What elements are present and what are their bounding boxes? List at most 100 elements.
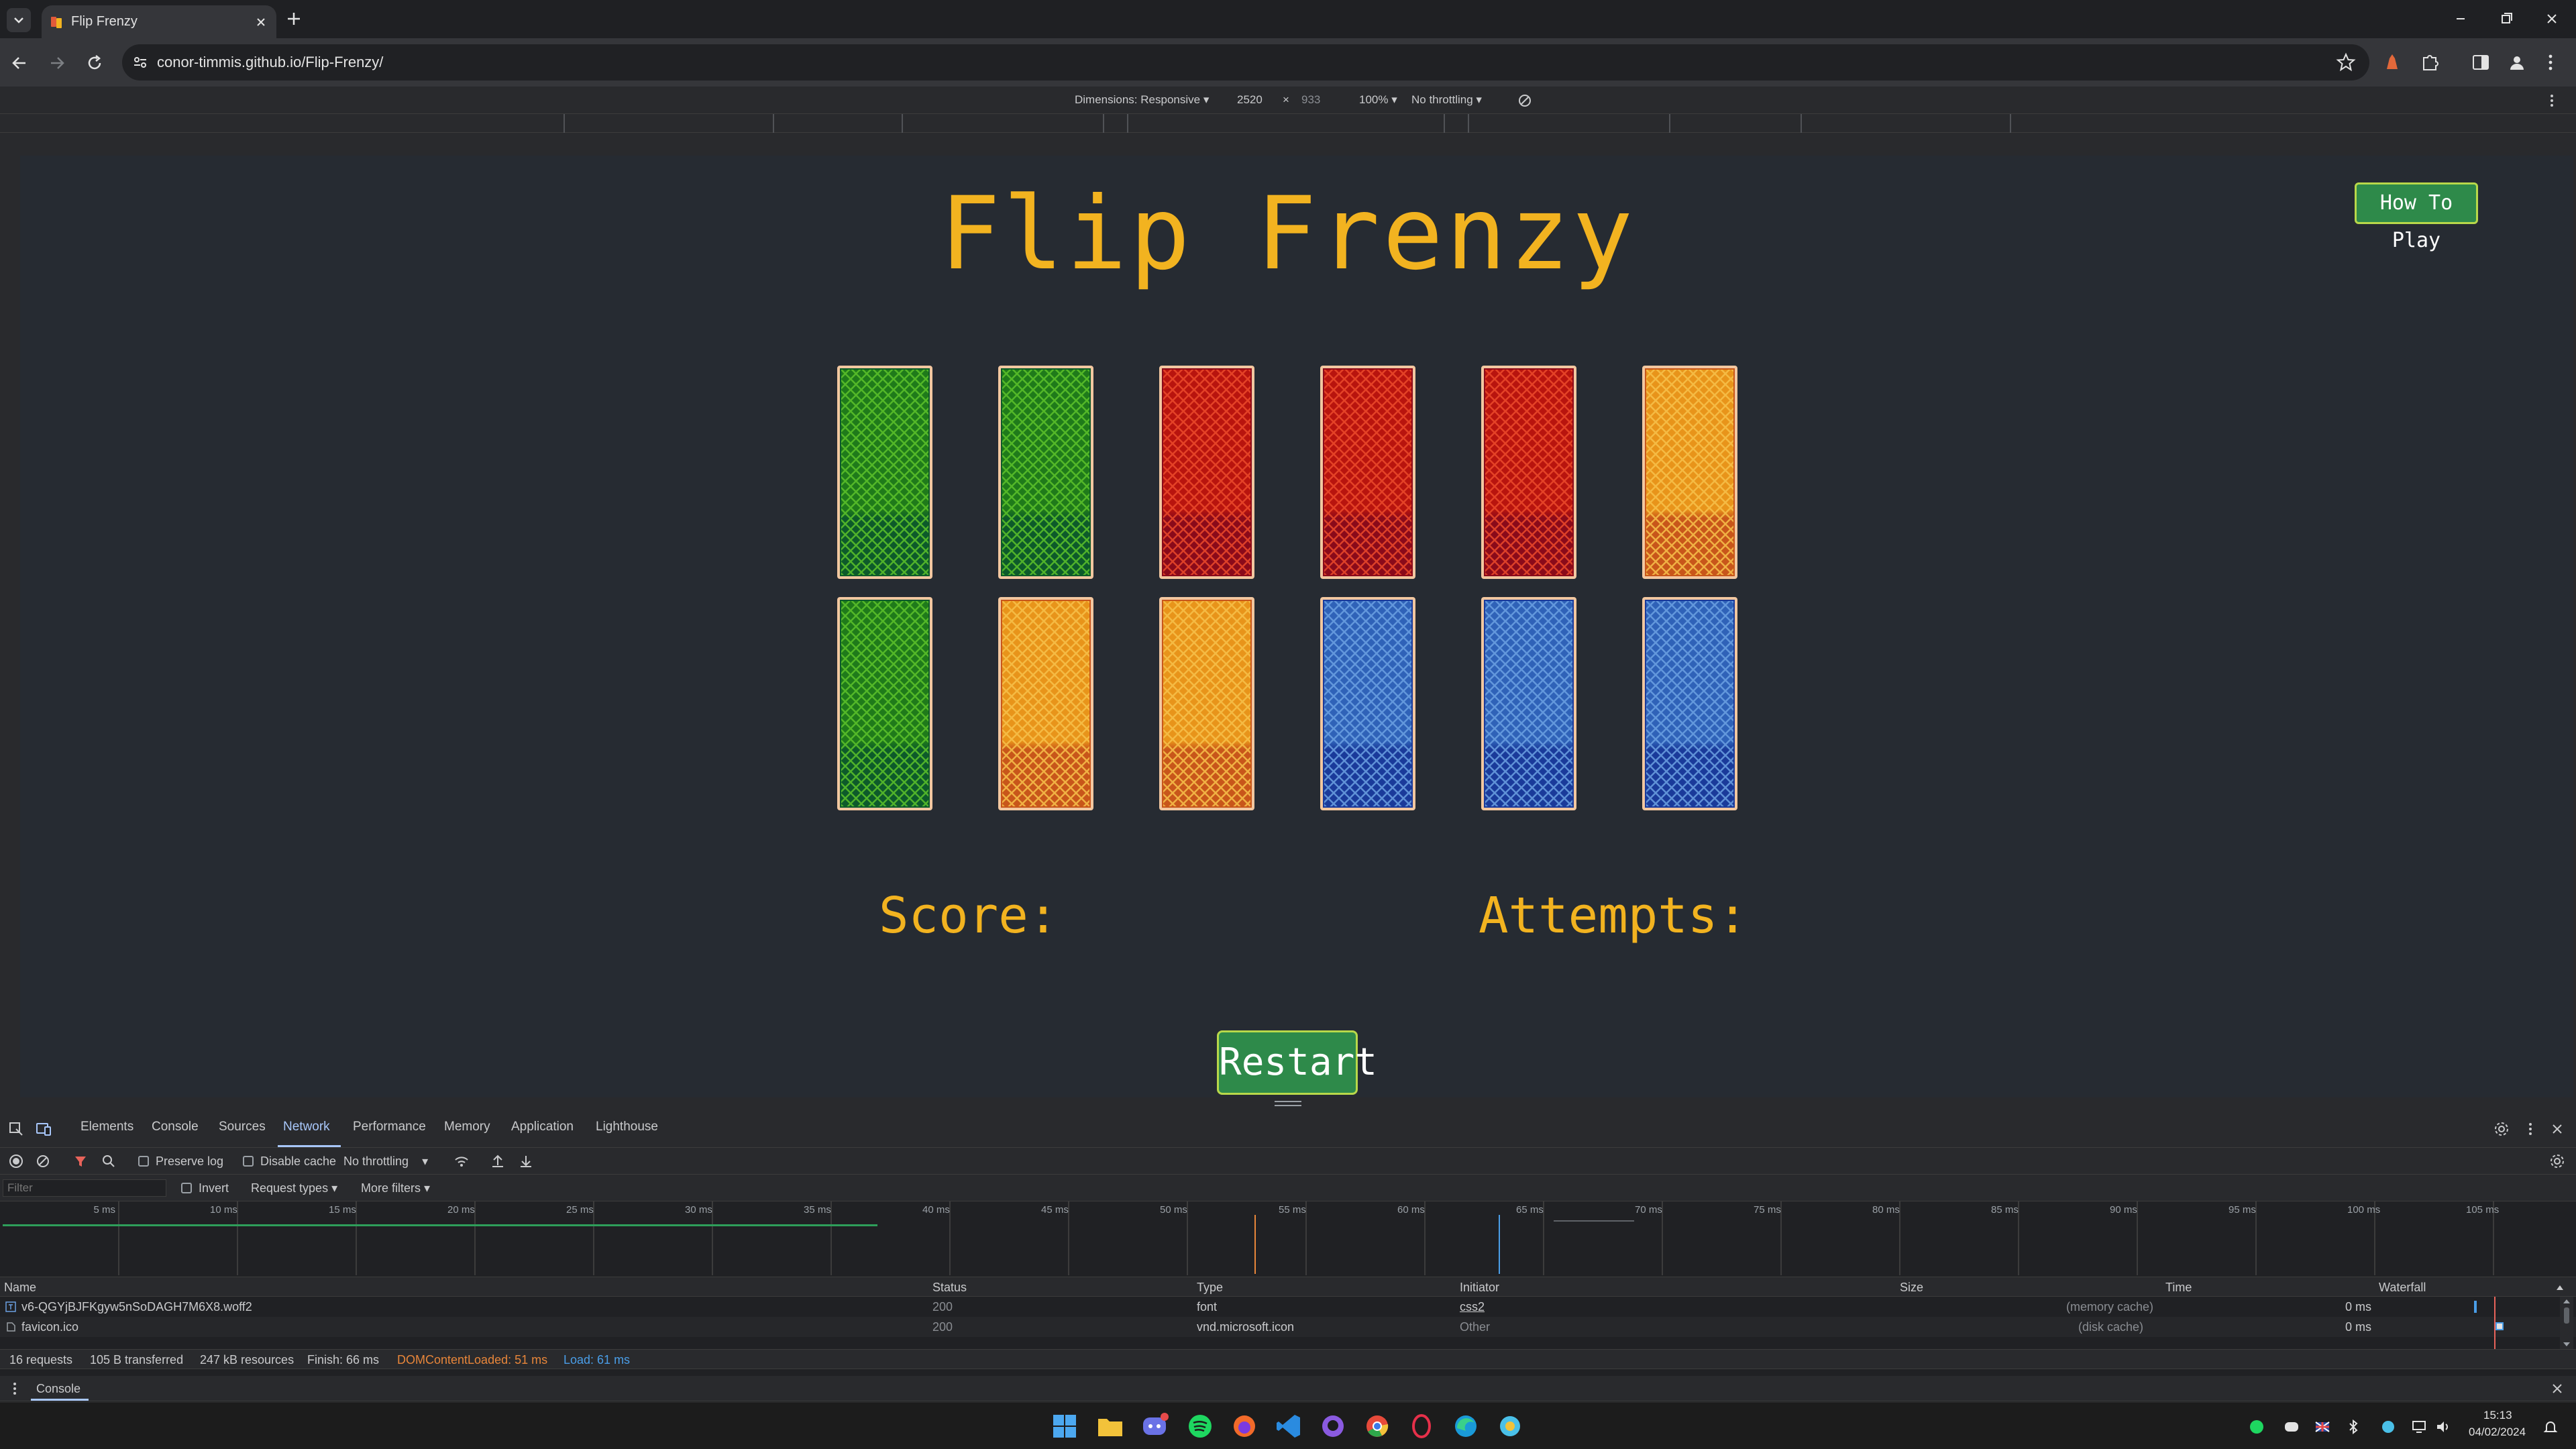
invert-checkbox[interactable] [181,1183,192,1193]
media-query-segment[interactable] [1104,114,1128,133]
back-icon[interactable] [9,53,30,73]
device-more-icon[interactable] [2546,92,2557,109]
side-panel-icon[interactable] [2470,52,2491,73]
tab-search-button[interactable] [7,8,31,32]
clock-date[interactable]: 04/02/2024 [2469,1426,2526,1439]
card-orange[interactable] [1159,597,1254,810]
table-row[interactable]: favicon.ico 200 vnd.microsoft.icon Other… [0,1317,2576,1337]
card-orange[interactable] [998,597,1093,810]
table-row[interactable]: v6-QGYjBJFKgyw5nSoDAGH7M6X8.woff2 200 fo… [0,1297,2576,1317]
card-red[interactable] [1481,366,1576,579]
network-throttling-select[interactable]: No throttling ▾ [343,1155,428,1169]
notifications-bell-icon[interactable] [2542,1419,2559,1435]
tray-discord-icon[interactable] [2284,1419,2300,1435]
restart-button[interactable]: Restart [1217,1030,1377,1095]
media-query-segment[interactable] [903,114,1104,133]
request-types-select[interactable]: Request types ▾ [251,1181,337,1195]
clear-icon[interactable] [35,1153,51,1169]
column-time[interactable]: Time [2165,1281,2192,1295]
rotate-icon[interactable] [1516,92,1534,109]
tray-flag-icon[interactable] [2314,1419,2330,1435]
tab-application[interactable]: Application [511,1120,574,1134]
filter-input[interactable] [3,1179,166,1197]
card-blue[interactable] [1481,597,1576,810]
settings-gear-icon[interactable] [2493,1120,2510,1138]
card-green[interactable] [837,366,932,579]
card-green[interactable] [998,366,1093,579]
column-name[interactable]: Name [4,1281,36,1295]
zoom-select[interactable]: 100% ▾ [1359,93,1397,107]
close-tab-icon[interactable] [254,15,268,30]
restore-icon[interactable] [2494,9,2518,28]
spotify-icon[interactable] [1185,1411,1216,1442]
card-blue[interactable] [1320,597,1415,810]
media-query-segment[interactable] [1670,114,1802,133]
record-icon[interactable] [8,1153,24,1169]
app-icon[interactable] [1495,1411,1525,1442]
file-explorer-icon[interactable] [1095,1411,1126,1442]
windows-start-icon[interactable] [1049,1411,1080,1442]
close-devtools-icon[interactable] [2549,1120,2565,1138]
minimize-icon[interactable] [2449,11,2473,27]
media-query-segment[interactable] [1445,114,1469,133]
media-query-segment[interactable] [0,114,565,133]
network-settings-icon[interactable] [2549,1153,2565,1169]
discord-icon[interactable] [1139,1411,1170,1442]
height-input[interactable]: 933 [1301,93,1320,107]
drawer-menu-icon[interactable] [9,1381,20,1396]
column-initiator[interactable]: Initiator [1460,1281,1499,1295]
edge-icon[interactable] [1450,1411,1481,1442]
column-status[interactable]: Status [932,1281,967,1295]
site-info-icon[interactable] [131,54,149,71]
github-icon[interactable] [1318,1411,1348,1442]
tab-console[interactable]: Console [152,1120,199,1134]
profile-icon[interactable] [2506,52,2528,73]
dimensions-select[interactable]: Dimensions: Responsive ▾ [1075,93,1209,107]
devtools-more-icon[interactable] [2525,1120,2536,1138]
media-query-segment[interactable] [1469,114,1670,133]
media-query-segment[interactable] [565,114,774,133]
card-red[interactable] [1159,366,1254,579]
media-query-segment[interactable] [774,114,903,133]
card-green[interactable] [837,597,932,810]
network-icon[interactable] [2411,1419,2427,1435]
drawer-tab-console[interactable]: Console [36,1382,80,1396]
tray-app-icon[interactable] [2380,1419,2396,1435]
how-to-play-button[interactable]: How To Play [2355,182,2478,252]
export-har-icon[interactable] [518,1153,534,1169]
tab-lighthouse[interactable]: Lighthouse [596,1120,658,1134]
resize-handle-bottom[interactable] [1275,1101,1301,1106]
tray-spotify-icon[interactable] [2249,1419,2265,1435]
width-input[interactable]: 2520 [1237,93,1263,107]
more-filters-select[interactable]: More filters ▾ [361,1181,430,1195]
media-query-segment[interactable] [1128,114,1445,133]
row-initiator-link[interactable]: css2 [1460,1300,1485,1314]
clock-time[interactable]: 15:13 [2483,1409,2512,1422]
extension-icon[interactable] [2381,52,2403,73]
tab-network[interactable]: Network [283,1120,330,1134]
column-type[interactable]: Type [1197,1281,1223,1295]
new-tab-icon[interactable] [284,9,303,28]
volume-icon[interactable] [2435,1419,2451,1435]
column-waterfall[interactable]: Waterfall [2379,1281,2426,1295]
tab-elements[interactable]: Elements [80,1120,133,1134]
card-blue[interactable] [1642,597,1737,810]
table-scrollbar[interactable] [2560,1297,2573,1349]
card-red[interactable] [1320,366,1415,579]
card-orange[interactable] [1642,366,1737,579]
tab-sources[interactable]: Sources [219,1120,266,1134]
bookmark-star-icon[interactable] [2336,52,2356,72]
address-bar[interactable]: conor-timmis.github.io/Flip-Frenzy/ [122,44,2369,80]
tray-bluetooth-icon[interactable] [2345,1419,2361,1435]
media-query-segment[interactable] [1802,114,2011,133]
firefox-icon[interactable] [1229,1411,1260,1442]
sort-ascending-icon[interactable] [2555,1283,2565,1292]
import-har-icon[interactable] [490,1153,506,1169]
network-conditions-icon[interactable] [453,1153,470,1169]
throttling-select[interactable]: No throttling ▾ [1411,93,1482,107]
chrome-icon[interactable] [1362,1411,1393,1442]
reload-icon[interactable] [85,53,105,73]
device-toggle-icon[interactable] [35,1121,52,1137]
browser-menu-icon[interactable] [2542,52,2559,73]
forward-icon[interactable] [47,53,67,73]
